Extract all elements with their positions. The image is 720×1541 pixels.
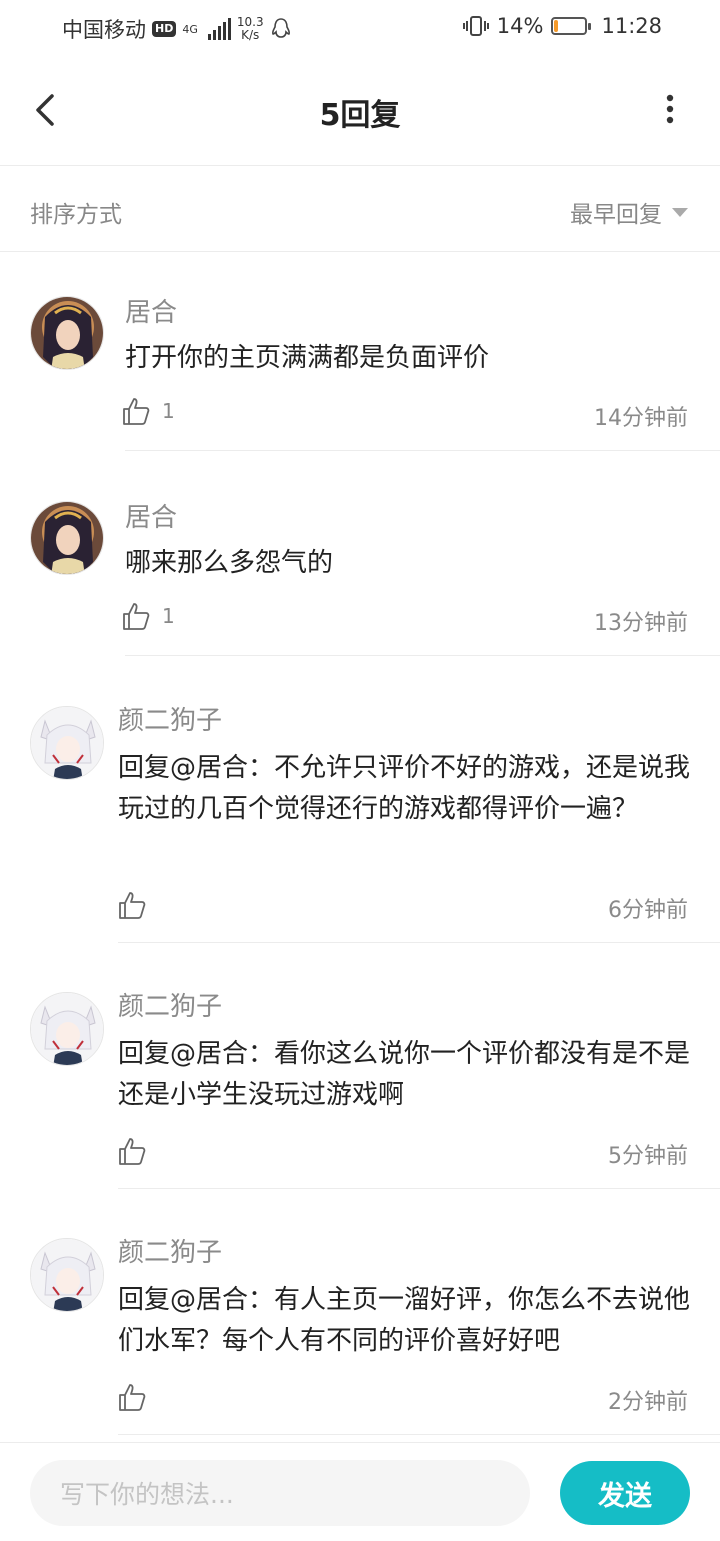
comment-username[interactable]: 颜二狗子 [118, 986, 222, 1023]
thumbs-up-icon [119, 1384, 146, 1411]
status-bar: 中国移动 HD 4G 10.3 K/s 14% 11:28 [0, 0, 720, 56]
avatar[interactable] [30, 992, 104, 1066]
comment-text: 哪来那么多怨气的 [125, 548, 334, 578]
comment-text: 打开你的主页满满都是负面评价 [125, 343, 490, 373]
vibrate-icon [462, 16, 489, 36]
comment-username[interactable]: 居合 [125, 292, 177, 329]
divider [118, 1434, 720, 1435]
sort-selected: 最早回复 [570, 202, 662, 228]
status-right: 14% 11:28 [462, 14, 662, 38]
divider [125, 450, 720, 451]
send-button[interactable]: 发送 [560, 1461, 690, 1525]
speed-value: 10.3 [236, 15, 264, 29]
avatar[interactable] [30, 706, 104, 780]
status-left: 中国移动 HD 4G 10.3 K/s [62, 14, 292, 44]
hd-icon: HD [152, 21, 177, 37]
comment-username[interactable]: 居合 [125, 497, 177, 534]
comment-time: 14分钟前 [594, 406, 688, 431]
reply-input-bar: 写下你的想法... 发送 [0, 1442, 720, 1541]
comment-username[interactable]: 颜二狗子 [118, 700, 222, 737]
qq-icon [271, 18, 290, 38]
like-count: 1 [162, 399, 175, 423]
comment-item: 颜二狗子 回复@居合：有人主页一溜好评，你怎么不去说他们水军？每个人有不同的评价… [0, 1194, 720, 1438]
avatar[interactable] [30, 296, 104, 370]
sort-bar: 排序方式 最早回复 [0, 167, 720, 252]
sort-label: 排序方式 [30, 202, 122, 228]
comment-time: 13分钟前 [594, 611, 688, 636]
comment-item: 颜二狗子 回复@居合：看你这么说你一个评价都没有是不是还是小学生没玩过游戏啊 5… [0, 948, 720, 1190]
avatar[interactable] [30, 501, 104, 575]
carrier-name: 中国移动 [62, 18, 146, 42]
divider [125, 655, 720, 656]
comment-time: 6分钟前 [608, 898, 688, 923]
thumbs-up-icon [119, 892, 146, 919]
network-speed: 10.3 K/s [237, 16, 264, 42]
battery-icon [551, 17, 592, 35]
comment-text: 回复@居合：有人主页一溜好评，你怎么不去说他们水军？每个人有不同的评价喜好好吧 [118, 1285, 691, 1356]
divider [118, 942, 720, 943]
comment-item: 颜二狗子 回复@居合：不允许只评价不好的游戏，还是说我玩过的几百个觉得还行的游戏… [0, 662, 720, 944]
nav-bar: 5回复 [0, 56, 720, 166]
comment-item: 居合 打开你的主页满满都是负面评价 1 14分钟前 [0, 252, 720, 452]
like-button[interactable]: 1 [122, 601, 175, 631]
network-type: 4G [182, 22, 198, 36]
comment-item: 居合 哪来那么多怨气的 1 13分钟前 [0, 457, 720, 657]
reply-input[interactable]: 写下你的想法... [30, 1460, 530, 1526]
like-button[interactable] [118, 1136, 158, 1166]
dropdown-arrow-icon [672, 207, 688, 217]
comment-text: 回复@居合：不允许只评价不好的游戏，还是说我玩过的几百个觉得还行的游戏都得评价一… [118, 753, 691, 824]
comment-text: 回复@居合：看你这么说你一个评价都没有是不是还是小学生没玩过游戏啊 [118, 1039, 691, 1110]
thumbs-up-icon [123, 603, 150, 630]
battery-percent: 14% [496, 14, 544, 38]
clock: 11:28 [601, 14, 662, 38]
speed-unit: K/s [241, 28, 260, 42]
more-icon[interactable] [666, 94, 674, 124]
like-button[interactable]: 1 [122, 396, 175, 426]
page-title: 5回复 [319, 98, 401, 133]
divider [118, 1188, 720, 1189]
comment-time: 5分钟前 [608, 1144, 688, 1169]
comment-time: 2分钟前 [608, 1390, 688, 1415]
like-button[interactable] [118, 1382, 158, 1412]
like-button[interactable] [118, 890, 158, 920]
signal-icon [207, 18, 231, 40]
sort-dropdown[interactable]: 最早回复 [570, 195, 688, 229]
like-count: 1 [162, 604, 175, 628]
avatar[interactable] [30, 1238, 104, 1312]
comment-username[interactable]: 颜二狗子 [118, 1232, 222, 1269]
thumbs-up-icon [119, 1138, 146, 1165]
thumbs-up-icon [123, 398, 150, 425]
